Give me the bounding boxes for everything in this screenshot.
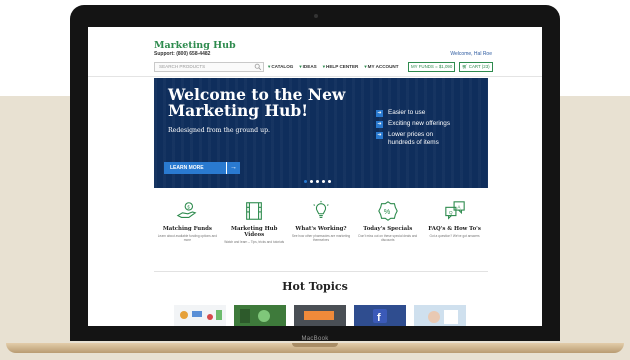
hero-bullet: ➜ Exciting new offerings: [376, 120, 486, 128]
nav-label: IDEAS: [302, 64, 317, 69]
hero-subtitle: Redesigned from the ground up.: [168, 127, 270, 134]
arrow-right-icon: →: [226, 162, 240, 174]
welcome-link[interactable]: Welcome, Hal Roe: [450, 51, 492, 57]
my-funds-button[interactable]: MY FUNDS = $1,090: [408, 62, 456, 72]
feature-hub-videos[interactable]: Marketing Hub Videos Watch and learn – T…: [224, 200, 284, 260]
header-divider: [88, 76, 542, 77]
nav-label: HELP CENTER: [326, 64, 359, 69]
carousel-dot[interactable]: [316, 180, 319, 183]
bullet-text: Exciting new offerings: [388, 120, 451, 127]
carousel-dot[interactable]: [322, 180, 325, 183]
topic-thumbnail[interactable]: [294, 305, 346, 326]
main-nav: ▾CATALOG ▾IDEAS ▾HELP CENTER ▾MY ACCOUNT: [268, 64, 399, 70]
arrow-right-icon: ➜: [376, 132, 383, 139]
feature-desc: Learn about available funding options an…: [157, 234, 217, 242]
feature-desc: Watch and learn – Tips, tricks and tutor…: [224, 240, 285, 244]
topic-thumbnail[interactable]: f: [354, 305, 406, 326]
topic-thumbnail[interactable]: [234, 305, 286, 326]
hero-banner: Welcome to the New Marketing Hub! Redesi…: [154, 78, 488, 188]
device-label: MacBook: [301, 336, 329, 342]
chevron-down-icon: ▾: [364, 64, 367, 69]
feature-faqs[interactable]: Q A FAQ's & How To's Got a question? We'…: [425, 200, 485, 260]
hero-bullet: ➜ Lower prices on hundreds of items: [376, 131, 486, 146]
search-icon[interactable]: [254, 63, 262, 71]
cart-button[interactable]: 🛒︎ CART (23): [459, 62, 493, 72]
chevron-down-icon: ▾: [268, 64, 271, 69]
topic-image: [428, 310, 458, 324]
svg-text:$: $: [188, 204, 191, 209]
feature-title: FAQ's & How To's: [428, 226, 481, 232]
chat-bubbles-icon: Q A: [444, 201, 465, 220]
feature-title: Marketing Hub Videos: [231, 226, 278, 238]
feature-grid: $ Matching Funds Learn about available f…: [154, 200, 488, 260]
topic-image: [240, 309, 270, 323]
svg-text:%: %: [383, 207, 390, 216]
feature-todays-specials[interactable]: % Today's Specials Don't miss out on the…: [358, 200, 418, 260]
camera-icon: [314, 14, 318, 18]
carousel-dot[interactable]: [304, 180, 307, 183]
site-header: Marketing Hub Support: (800) 658-4482 We…: [88, 27, 542, 85]
hot-topics-thumbnails: f: [174, 305, 466, 326]
svg-text:A: A: [457, 204, 461, 209]
nav-catalog[interactable]: ▾CATALOG: [268, 64, 293, 70]
arrow-right-icon: ➜: [376, 121, 383, 128]
bullet-text: Easier to use: [388, 109, 426, 116]
topic-thumbnail[interactable]: [414, 305, 466, 326]
money-hand-icon: $: [177, 202, 197, 218]
cart-label: CART (23): [468, 64, 490, 69]
laptop-notch: [292, 343, 338, 347]
feature-desc: Got a question? We've got answers: [429, 234, 480, 238]
feature-title: Today's Specials: [363, 226, 413, 232]
topic-image: [304, 311, 334, 320]
nav-label: MY ACCOUNT: [367, 64, 399, 69]
section-divider: [154, 271, 488, 272]
learn-more-button[interactable]: LEARN MORE →: [164, 162, 240, 174]
nav-ideas[interactable]: ▾IDEAS: [299, 64, 316, 70]
laptop-screen: Marketing Hub Support: (800) 658-4482 We…: [88, 27, 542, 326]
support-phone: Support: (800) 658-4482: [154, 51, 211, 57]
hero-bullet: ➜ Easier to use: [376, 109, 486, 117]
chevron-down-icon: ▾: [322, 64, 326, 69]
nav-help-center[interactable]: ▾HELP CENTER: [323, 64, 359, 70]
film-strip-icon: [246, 202, 263, 220]
percent-badge-icon: %: [377, 201, 398, 221]
carousel-dot[interactable]: [310, 180, 313, 183]
nav-label: CATALOG: [271, 64, 294, 69]
feature-desc: See how other pharmacies are marketing t…: [291, 234, 351, 242]
hero-bullets: ➜ Easier to use ➜ Exciting new offerings…: [376, 109, 486, 149]
facebook-icon: f: [373, 309, 387, 324]
site-logo[interactable]: Marketing Hub: [154, 40, 236, 51]
feature-desc: Don't miss out on these special deals an…: [358, 234, 418, 242]
chevron-down-icon: ▾: [299, 64, 302, 69]
topic-image: [180, 310, 222, 320]
hero-title: Welcome to the New Marketing Hub!: [168, 85, 346, 120]
carousel-dots: [304, 180, 331, 183]
feature-whats-working[interactable]: What's Working? See how other pharmacies…: [291, 200, 351, 260]
lightbulb-icon: [313, 200, 329, 218]
svg-text:Q: Q: [449, 210, 453, 215]
carousel-dot[interactable]: [328, 180, 331, 183]
feature-matching-funds[interactable]: $ Matching Funds Learn about available f…: [157, 200, 217, 260]
learn-more-label: LEARN MORE: [170, 165, 204, 171]
cart-icon: 🛒︎: [462, 64, 469, 69]
svg-text:f: f: [377, 312, 381, 324]
feature-title: Matching Funds: [162, 226, 212, 232]
hot-topics-heading: Hot Topics: [282, 280, 348, 293]
bullet-text: Lower prices on hundreds of items: [388, 131, 439, 146]
topic-thumbnail[interactable]: [174, 305, 226, 326]
search-input[interactable]: SEARCH PRODUCTS: [154, 62, 264, 72]
arrow-right-icon: ➜: [376, 110, 383, 117]
feature-title: What's Working?: [295, 226, 347, 232]
nav-my-account[interactable]: ▾MY ACCOUNT: [364, 64, 398, 70]
